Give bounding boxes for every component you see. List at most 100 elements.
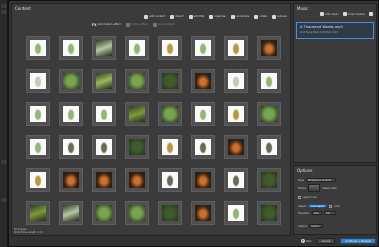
- image-thumbnail[interactable]: [92, 135, 116, 159]
- photo-caterpillar: [30, 205, 46, 221]
- rotate-button[interactable]: rotate: [254, 14, 268, 19]
- photo-chrysalis-white: [30, 73, 46, 89]
- image-thumbnail[interactable]: [158, 135, 182, 159]
- app-strip-button[interactable]: [1, 4, 7, 8]
- organize-button[interactable]: organize: [209, 14, 226, 19]
- image-thumbnail[interactable]: [257, 102, 281, 126]
- image-thumbnail[interactable]: [191, 135, 215, 159]
- help-button[interactable]: ? Help: [300, 239, 312, 243]
- image-thumbnail[interactable]: [257, 201, 281, 225]
- image-thumbnail[interactable]: [125, 135, 149, 159]
- image-thumbnail[interactable]: [158, 36, 182, 60]
- image-thumbnail[interactable]: [59, 36, 83, 60]
- image-thumbnail[interactable]: [92, 36, 116, 60]
- image-thumbnail[interactable]: [224, 168, 248, 192]
- randomize-button[interactable]: randomize: [230, 14, 249, 19]
- photo-chrysalis-dark: [228, 172, 244, 188]
- settings-button[interactable]: [369, 12, 373, 16]
- image-thumbnail[interactable]: [257, 135, 281, 159]
- slideshow-window: Content add content import add title organi…: [8, 0, 379, 247]
- theme-name: Classic fade: [322, 186, 337, 190]
- image-thumbnail[interactable]: [26, 102, 50, 126]
- image-thumbnail[interactable]: [26, 135, 50, 159]
- image-thumbnail[interactable]: [257, 36, 281, 60]
- cancel-button[interactable]: Cancel: [316, 238, 336, 244]
- photo-butterfly: [96, 172, 112, 188]
- continue-preview-button[interactable]: Continue > Preview: [340, 238, 376, 244]
- photo-chrysalis-dark: [162, 172, 178, 188]
- image-thumbnail[interactable]: [224, 36, 248, 60]
- image-thumbnail[interactable]: [125, 102, 149, 126]
- image-thumbnail[interactable]: [158, 201, 182, 225]
- image-thumbnail[interactable]: [59, 69, 83, 93]
- remove-icon: [272, 14, 277, 19]
- photo-chrysalis-dark: [261, 139, 277, 155]
- image-thumbnail[interactable]: [92, 102, 116, 126]
- image-thumbnail[interactable]: [158, 168, 182, 192]
- add-title-button[interactable]: add title: [188, 14, 205, 19]
- add-music-button[interactable]: add music: [320, 12, 339, 16]
- speed-select[interactable]: 3.0s: [323, 211, 336, 215]
- aspect-button[interactable]: Auto Aspect: [308, 204, 328, 208]
- image-thumbnail[interactable]: [224, 102, 248, 126]
- image-thumbnail[interactable]: [59, 168, 83, 192]
- image-thumbnail[interactable]: [257, 168, 281, 192]
- photo-leaf-dark: [129, 139, 145, 155]
- image-thumbnail[interactable]: [125, 201, 149, 225]
- image-thumbnail[interactable]: [191, 69, 215, 93]
- app-strip-button[interactable]: [1, 160, 7, 164]
- transition-label: Transition: [298, 211, 310, 215]
- apply-all-checkbox[interactable]: [298, 196, 301, 199]
- image-thumbnail[interactable]: [125, 36, 149, 60]
- image-thumbnail[interactable]: [59, 135, 83, 159]
- image-thumbnail[interactable]: [158, 102, 182, 126]
- app-strip-button[interactable]: [1, 10, 7, 14]
- toolbar-label: rotate: [259, 15, 268, 18]
- image-thumbnail[interactable]: [26, 36, 50, 60]
- image-thumbnail[interactable]: [158, 69, 182, 93]
- view-content-button[interactable]: view content: [153, 22, 175, 27]
- speed-value: 3.0s: [325, 211, 331, 215]
- import-button[interactable]: import: [170, 14, 184, 19]
- caption-button[interactable]: Custom: [309, 224, 324, 228]
- add-motion-effect-button[interactable]: FX add motion effect: [92, 23, 121, 27]
- image-thumbnail[interactable]: [191, 201, 215, 225]
- image-thumbnail[interactable]: [224, 135, 248, 159]
- app-strip-button[interactable]: [1, 198, 7, 202]
- options-title: Options: [297, 168, 313, 173]
- image-thumbnail[interactable]: [26, 168, 50, 192]
- add-content-button[interactable]: add content: [144, 14, 165, 19]
- photo-butterfly: [63, 172, 79, 188]
- image-thumbnail[interactable]: [191, 168, 215, 192]
- photo-chrysalis-dark: [63, 139, 79, 155]
- image-thumbnail[interactable]: [59, 102, 83, 126]
- image-thumbnail[interactable]: [26, 201, 50, 225]
- photo-caterpillar-white: [63, 205, 79, 221]
- image-thumbnail[interactable]: [191, 102, 215, 126]
- style-select[interactable]: Background Gradient: [306, 178, 337, 182]
- image-thumbnail[interactable]: [59, 201, 83, 225]
- image-thumbnail[interactable]: [125, 168, 149, 192]
- image-thumbnail[interactable]: [26, 69, 50, 93]
- view-content-icon: [153, 22, 158, 27]
- photo-chrysalis-green: [30, 106, 46, 122]
- content-footer: 50 Images Slide Show Length: 4:11: [14, 228, 43, 234]
- image-thumbnail[interactable]: [92, 69, 116, 93]
- image-thumbnail[interactable]: [224, 69, 248, 93]
- content-toolbar-secondary: FX add motion effect motion effect view con…: [92, 21, 175, 28]
- music-folders-button[interactable]: music folders: [342, 12, 365, 16]
- music-track[interactable]: A Thousand Words.mp3 4:13 Song Start: 0:…: [296, 22, 374, 39]
- image-thumbnail[interactable]: [191, 36, 215, 60]
- theme-swatch[interactable]: [308, 184, 321, 192]
- toolbar-label: add title: [193, 15, 205, 18]
- image-thumbnail[interactable]: [257, 69, 281, 93]
- transition-select[interactable]: Auto: [311, 211, 322, 215]
- image-thumbnail[interactable]: [224, 201, 248, 225]
- image-thumbnail[interactable]: [92, 168, 116, 192]
- image-thumbnail[interactable]: [92, 201, 116, 225]
- image-thumbnail[interactable]: [125, 69, 149, 93]
- remove-button[interactable]: remove: [272, 14, 287, 19]
- music-folders-icon: [342, 12, 347, 16]
- motion-effect-button[interactable]: motion effect: [125, 22, 148, 27]
- auto-checkbox[interactable]: [329, 204, 333, 208]
